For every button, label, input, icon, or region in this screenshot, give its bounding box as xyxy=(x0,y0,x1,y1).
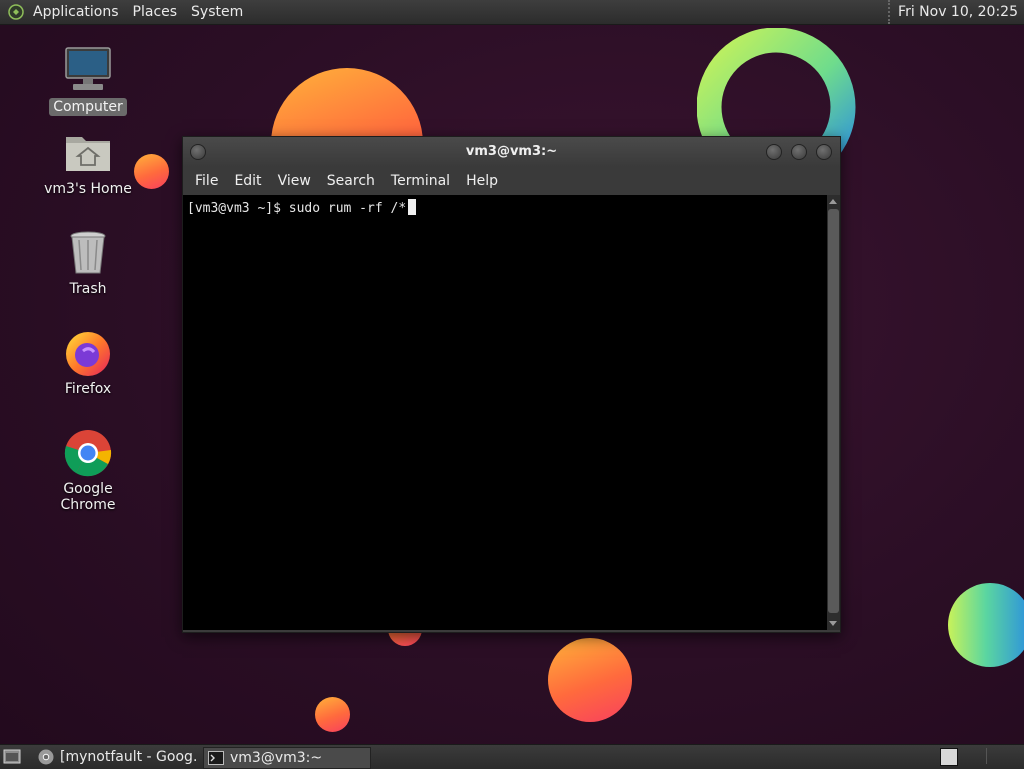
desktop-icon-label: Firefox xyxy=(64,381,112,397)
trash-icon xyxy=(63,228,113,278)
command-text: [vm3@vm3 ~]$ sudo rum -rf /* xyxy=(187,201,407,216)
decorative-circle xyxy=(948,583,1024,667)
taskbar-item-label: [mynotfault - Goog… xyxy=(60,749,198,765)
menu-terminal[interactable]: Terminal xyxy=(383,167,458,195)
terminal-window[interactable]: vm3@vm3:~ File Edit View Search Terminal… xyxy=(182,136,841,633)
desktop-icon-label: vm3's Home xyxy=(44,181,132,197)
desktop-icon-computer[interactable]: Computer xyxy=(33,46,143,116)
panel-clock[interactable]: Fri Nov 10, 20:25 xyxy=(888,0,1018,24)
terminal-menubar: File Edit View Search Terminal Help xyxy=(183,167,840,195)
distro-logo-icon[interactable] xyxy=(8,4,24,20)
menu-view[interactable]: View xyxy=(270,167,319,195)
menu-applications[interactable]: Applications xyxy=(26,0,126,24)
workspace-switcher[interactable] xyxy=(940,748,958,766)
desktop-icon-trash[interactable]: Trash xyxy=(33,228,143,298)
menu-file[interactable]: File xyxy=(187,167,226,195)
taskbar-item-terminal[interactable]: vm3@vm3:~ xyxy=(203,747,371,769)
scroll-down-icon[interactable] xyxy=(829,621,837,626)
decorative-circle xyxy=(548,638,632,722)
desktop-icon-label: Google Chrome xyxy=(60,481,116,513)
desktop-icon-label: Trash xyxy=(69,281,107,297)
bottom-taskbar: [mynotfault - Goog… vm3@vm3:~ xyxy=(0,744,1024,769)
decorative-circle xyxy=(315,697,350,732)
home-folder-icon xyxy=(63,128,113,178)
menu-search[interactable]: Search xyxy=(319,167,383,195)
show-desktop-icon[interactable] xyxy=(3,749,21,765)
prompt-line: [vm3@vm3 ~]$ sudo rum -rf /* xyxy=(187,199,417,216)
maximize-icon[interactable] xyxy=(791,144,807,160)
taskbar-item-label: vm3@vm3:~ xyxy=(230,750,323,766)
desktop-icon-label: Computer xyxy=(49,98,127,116)
minimize-icon[interactable] xyxy=(766,144,782,160)
menu-edit[interactable]: Edit xyxy=(226,167,269,195)
menu-help[interactable]: Help xyxy=(458,167,506,195)
scroll-up-icon[interactable] xyxy=(829,199,837,204)
window-title: vm3@vm3:~ xyxy=(465,144,558,159)
terminal-icon xyxy=(208,751,224,765)
scrollbar-thumb[interactable] xyxy=(828,209,839,613)
firefox-icon xyxy=(63,328,113,378)
text-cursor xyxy=(408,199,417,215)
menu-system[interactable]: System xyxy=(184,0,250,24)
desktop-icon-firefox[interactable]: Firefox xyxy=(33,328,143,398)
terminal-output[interactable]: [vm3@vm3 ~]$ sudo rum -rf /* xyxy=(183,195,827,630)
chrome-icon xyxy=(63,428,113,478)
desktop-icon-home[interactable]: vm3's Home xyxy=(33,128,143,198)
top-panel: Applications Places System Fri Nov 10, 2… xyxy=(0,0,1024,25)
close-icon[interactable] xyxy=(816,144,832,160)
chrome-icon xyxy=(38,749,54,765)
computer-icon xyxy=(63,46,113,96)
taskbar-item-chrome[interactable]: [mynotfault - Goog… xyxy=(34,747,198,767)
terminal-scrollbar[interactable] xyxy=(827,195,840,630)
desktop-icon-chrome[interactable]: Google Chrome xyxy=(33,428,143,514)
menu-places[interactable]: Places xyxy=(126,0,185,24)
workspace-switcher-empty[interactable] xyxy=(986,748,1003,764)
window-titlebar[interactable]: vm3@vm3:~ xyxy=(183,137,840,167)
